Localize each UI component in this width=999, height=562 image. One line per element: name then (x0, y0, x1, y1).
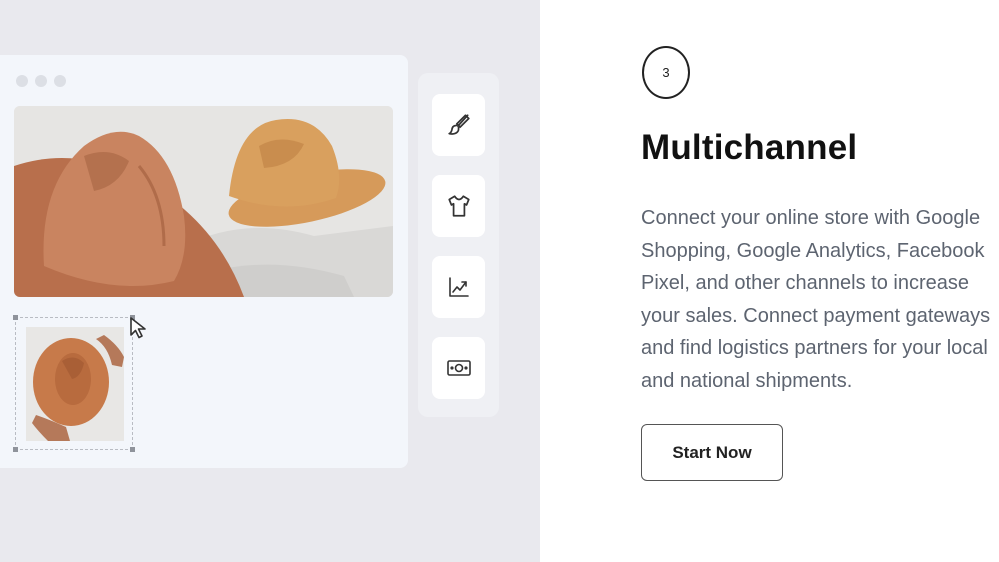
design-tool-button[interactable] (432, 94, 485, 156)
step-number-badge: 3 (642, 46, 690, 99)
resize-handle[interactable] (130, 447, 135, 452)
paintbrush-icon (447, 114, 470, 135)
payments-tool-button[interactable] (432, 337, 485, 399)
hats-hero-image (14, 106, 393, 297)
editor-toolbar (418, 73, 499, 417)
line-chart-icon (448, 277, 469, 297)
mouse-cursor-icon (130, 317, 146, 339)
window-dot-icon (35, 75, 47, 87)
resize-handle[interactable] (13, 447, 18, 452)
analytics-tool-button[interactable] (432, 256, 485, 318)
section-title: Multichannel (641, 128, 858, 167)
window-dot-icon (54, 75, 66, 87)
products-tool-button[interactable] (432, 175, 485, 237)
start-now-button[interactable]: Start Now (641, 424, 783, 481)
hat-thumbnail-image (26, 327, 124, 441)
resize-handle[interactable] (13, 315, 18, 320)
feature-description: Connect your online store with Google Sh… (641, 207, 991, 392)
selected-image-frame[interactable] (13, 315, 135, 452)
illustration-panel (0, 0, 540, 562)
tshirt-icon (447, 195, 470, 217)
window-dot-icon (16, 75, 28, 87)
money-bill-icon (446, 360, 471, 376)
browser-window-mockup (0, 55, 408, 468)
